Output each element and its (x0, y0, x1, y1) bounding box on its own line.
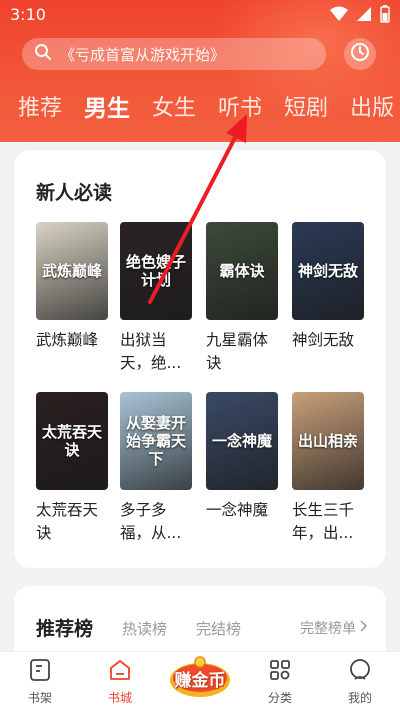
tab-male[interactable]: 男生 (84, 92, 130, 128)
book-title: 长生三千年，出... (292, 501, 355, 542)
section-title: 新人必读 (36, 182, 113, 204)
book-cover[interactable]: 武炼巅峰 (36, 222, 108, 320)
profile-icon (348, 658, 372, 686)
nav-category-label: 分类 (267, 691, 292, 705)
earn-coins-button[interactable]: 赚金币 (168, 656, 232, 700)
bookstore-icon (108, 658, 132, 686)
channel-tabs: 推荐 男生 女生 听书 短剧 出版 (18, 92, 400, 128)
ranking-title: 推荐榜 (36, 618, 94, 640)
book-title: 一念神魔 (206, 501, 269, 519)
book-cover[interactable]: 太荒吞天诀 (36, 392, 108, 490)
book-title: 出狱当天，绝... (120, 331, 182, 372)
header: 3:10 《亏成首富从游戏开始》 推荐 男生 女生 听书 短剧 出版 (0, 0, 400, 142)
book-item[interactable]: 太荒吞天诀 太荒吞天诀 (36, 392, 110, 545)
status-bar: 3:10 (0, 0, 400, 30)
book-cover-text: 从娶妻开始争霸天下 (125, 414, 186, 468)
tab-female[interactable]: 女生 (152, 92, 196, 128)
book-title: 神剑无敌 (292, 331, 355, 349)
nav-profile-label: 我的 (347, 691, 372, 705)
tab-recommend[interactable]: 推荐 (18, 92, 62, 128)
nav-bookstore[interactable]: 书城 (90, 658, 150, 706)
clock-icon (350, 42, 370, 66)
nav-bookshelf[interactable]: 书架 (10, 658, 70, 706)
nav-bookshelf-label: 书架 (27, 691, 52, 705)
book-cover-text: 绝色嫂子计划 (125, 253, 186, 289)
earn-coins-label: 赚金币 (174, 671, 226, 691)
search-icon (34, 43, 52, 65)
book-title: 多子多福，从... (120, 501, 182, 542)
book-item[interactable]: 绝色嫂子计划出狱当天，绝... (120, 222, 194, 375)
book-cover[interactable]: 从娶妻开始争霸天下 (120, 392, 192, 490)
category-icon (268, 658, 292, 686)
book-cover[interactable]: 霸体诀 (206, 222, 278, 320)
book-cover-text: 太荒吞天诀 (41, 423, 102, 459)
battery-icon (380, 5, 390, 27)
book-title: 武炼巅峰 (36, 331, 99, 349)
search-placeholder: 《亏成首富从游戏开始》 (60, 45, 226, 64)
book-item[interactable]: 从娶妻开始争霸天下多子多福，从... (120, 392, 194, 545)
tab-publish[interactable]: 出版 (350, 92, 394, 128)
search-bar[interactable]: 《亏成首富从游戏开始》 (22, 38, 326, 70)
book-cover-text: 出山相亲 (297, 432, 358, 450)
signal-icon (356, 6, 372, 26)
book-cover[interactable]: 一念神魔 (206, 392, 278, 490)
book-cover-text: 武炼巅峰 (41, 262, 102, 280)
book-cover[interactable]: 出山相亲 (292, 392, 364, 490)
book-cover[interactable]: 神剑无敌 (292, 222, 364, 320)
wifi-icon (330, 6, 348, 26)
full-ranking-label: 完整榜单 (300, 621, 356, 637)
book-item[interactable]: 神剑无敌 神剑无敌 (292, 222, 366, 352)
book-title: 九星霸体诀 (206, 331, 269, 372)
book-item[interactable]: 出山相亲长生三千年，出... (292, 392, 366, 545)
chevron-right-icon (360, 620, 368, 636)
book-title: 太荒吞天诀 (36, 501, 99, 542)
book-item[interactable]: 武炼巅峰 武炼巅峰 (36, 222, 110, 352)
nav-category[interactable]: 分类 (250, 658, 310, 706)
history-button[interactable] (344, 38, 376, 70)
book-item[interactable]: 一念神魔 一念神魔 (206, 392, 280, 522)
ranking-tab-finished[interactable]: 完结榜 (196, 618, 241, 639)
book-cover-text: 一念神魔 (211, 432, 272, 450)
bookshelf-icon (28, 658, 52, 686)
status-time: 3:10 (10, 5, 46, 24)
ranking-tab-hot[interactable]: 热读榜 (122, 618, 167, 639)
book-cover-text: 霸体诀 (219, 262, 265, 280)
book-cover-text: 神剑无敌 (297, 262, 358, 280)
book-cover[interactable]: 绝色嫂子计划 (120, 222, 192, 320)
new-reader-section: 新人必读 武炼巅峰 武炼巅峰 绝色嫂子计划 出狱当天，绝... 霸体诀 九星霸体诀 神剑无敌… (14, 150, 386, 568)
tab-short-drama[interactable]: 短剧 (284, 92, 328, 128)
tab-audiobook[interactable]: 听书 (218, 92, 262, 128)
book-item[interactable]: 霸体诀九星霸体诀 (206, 222, 280, 375)
nav-bookstore-label: 书城 (107, 691, 132, 705)
full-ranking-link[interactable]: 完整榜单 (300, 618, 368, 638)
nav-profile[interactable]: 我的 (330, 658, 390, 706)
